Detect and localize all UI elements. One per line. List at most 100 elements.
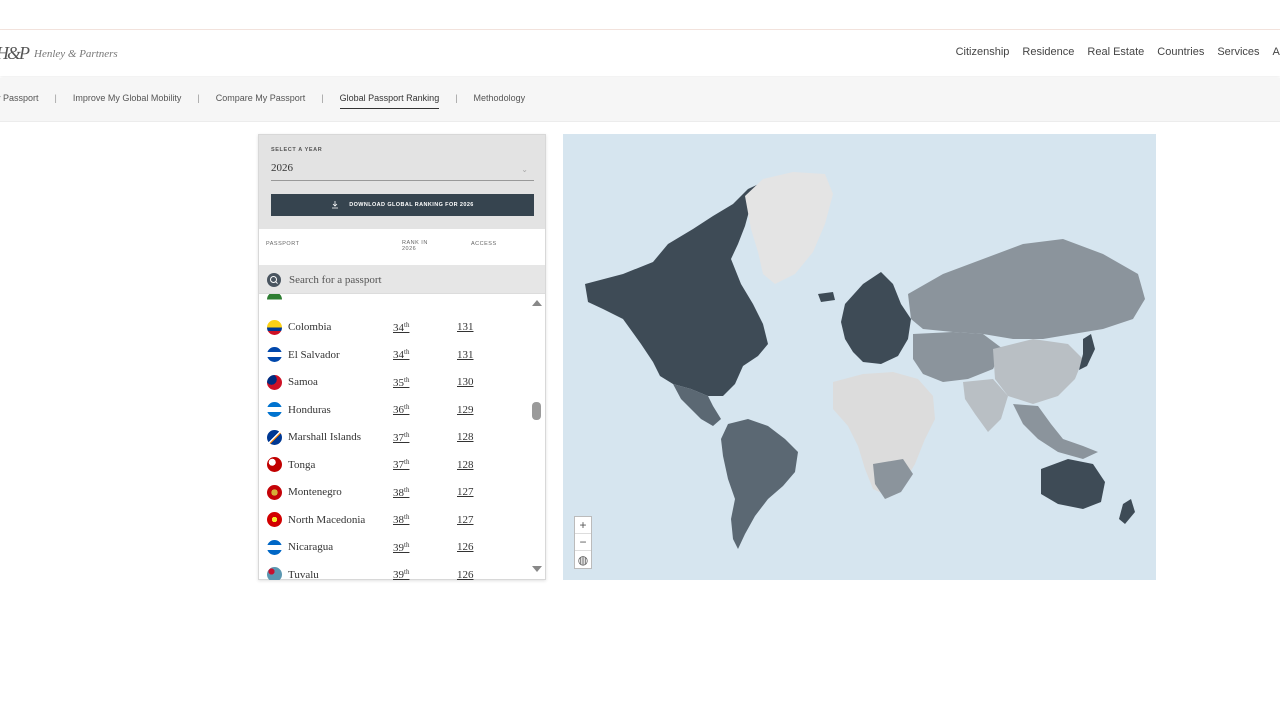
top-strip <box>0 0 1280 30</box>
passport-name[interactable]: Colombia <box>288 321 331 333</box>
region-japan <box>1079 334 1095 370</box>
world-map[interactable]: + − ◍ <box>563 134 1156 580</box>
subnav-separator: | <box>455 93 458 103</box>
region-south-america <box>721 419 798 549</box>
nav-countries[interactable]: Countries <box>1157 46 1204 58</box>
nav-citizenship[interactable]: Citizenship <box>956 46 1010 58</box>
passport-rank[interactable]: 35th <box>393 376 409 389</box>
region-new-zealand <box>1119 499 1135 524</box>
zoom-in-button[interactable]: + <box>575 517 591 534</box>
passport-name[interactable]: Nicaragua <box>288 541 333 553</box>
passport-access[interactable]: 128 <box>457 459 474 471</box>
rank-suffix: th <box>404 568 410 576</box>
column-passport: PASSPORT <box>266 241 300 247</box>
passport-access[interactable]: 129 <box>457 404 474 416</box>
rank-number: 39 <box>393 569 404 580</box>
rank-suffix: th <box>404 403 410 411</box>
table-row[interactable] <box>259 294 529 313</box>
rank-suffix: th <box>404 485 410 494</box>
passport-name[interactable]: Tuvalu <box>288 569 319 581</box>
passport-rank[interactable]: 37th <box>393 458 409 471</box>
passport-rank[interactable]: 37th <box>393 431 409 444</box>
year-select[interactable]: 2026 ⌄ <box>271 159 534 181</box>
rank-suffix: th <box>404 320 410 329</box>
rank-number: 37 <box>393 459 404 471</box>
passport-access[interactable]: 127 <box>457 514 474 526</box>
passport-name[interactable]: Tonga <box>288 459 315 471</box>
passport-access[interactable]: 130 <box>457 376 474 388</box>
region-iceland <box>818 292 835 302</box>
site-logo[interactable]: H&P Henley & Partners <box>0 43 118 64</box>
passport-name[interactable]: Montenegro <box>288 486 342 498</box>
table-row[interactable]: El Salvador 34th 131 <box>259 341 529 368</box>
flag-icon <box>267 429 282 445</box>
subnav-my-passport[interactable]: y Passport <box>0 93 39 103</box>
table-row[interactable]: Tonga 37th 128 <box>259 451 529 478</box>
logo-text: Henley & Partners <box>34 47 118 60</box>
nav-residence[interactable]: Residence <box>1022 46 1074 58</box>
nav-about[interactable]: Ab <box>1273 46 1280 58</box>
passport-name[interactable]: El Salvador <box>288 349 340 361</box>
flag-icon <box>267 294 282 307</box>
search-input[interactable] <box>289 273 529 286</box>
flag-icon <box>267 484 282 500</box>
scroll-down-icon[interactable] <box>532 566 542 572</box>
passport-rank[interactable]: 39th <box>393 541 409 554</box>
passport-access[interactable]: 131 <box>457 321 474 333</box>
table-row[interactable]: Montenegro 38th 127 <box>259 479 529 506</box>
zoom-out-button[interactable]: − <box>575 534 591 551</box>
scrollbar[interactable] <box>531 294 543 580</box>
passport-name[interactable]: Samoa <box>288 376 318 388</box>
region-europe <box>841 272 911 364</box>
passport-rank[interactable]: 38th <box>393 486 409 499</box>
region-southeast-asia <box>1013 404 1098 459</box>
flag-icon <box>267 374 282 390</box>
site-header: H&P Henley & Partners Citizenship Reside… <box>0 30 1280 76</box>
download-ranking-button[interactable]: DOWNLOAD GLOBAL RANKING FOR 2026 <box>271 194 534 216</box>
flag-icon <box>267 319 282 335</box>
passport-rank[interactable]: 38th <box>393 513 409 526</box>
subnav-compare-passport[interactable]: Compare My Passport <box>216 93 306 103</box>
table-row[interactable]: Tuvalu 39th 126 <box>259 561 529 580</box>
passport-rank[interactable]: 34th <box>393 321 409 334</box>
passport-rank[interactable]: 34th <box>393 348 409 361</box>
passport-access[interactable]: 128 <box>457 431 474 443</box>
nav-services[interactable]: Services <box>1217 46 1259 58</box>
subnav-improve-mobility[interactable]: Improve My Global Mobility <box>73 93 182 103</box>
passport-name[interactable]: Marshall Islands <box>288 431 361 443</box>
passport-rank[interactable]: 39th <box>393 568 409 580</box>
rank-suffix: th <box>404 375 410 384</box>
year-value: 2026 <box>271 162 293 174</box>
table-row[interactable]: Nicaragua 39th 126 <box>259 534 529 561</box>
flag-icon <box>267 567 282 580</box>
table-row[interactable]: Colombia 34th 131 <box>259 314 529 341</box>
passport-name[interactable]: North Macedonia <box>288 514 365 526</box>
panel-controls: SELECT A YEAR 2026 ⌄ DOWNLOAD GLOBAL RAN… <box>259 135 545 229</box>
passport-access[interactable]: 126 <box>457 541 474 553</box>
passport-access[interactable]: 127 <box>457 486 474 498</box>
column-access: ACCESS <box>471 241 497 247</box>
rank-suffix: th <box>404 540 410 549</box>
reset-view-button[interactable]: ◍ <box>575 551 591 568</box>
subnav-methodology[interactable]: Methodology <box>474 93 526 103</box>
table-row[interactable]: North Macedonia 38th 127 <box>259 506 529 533</box>
nav-real-estate[interactable]: Real Estate <box>1087 46 1144 58</box>
passport-access[interactable]: 126 <box>457 569 474 581</box>
table-row[interactable]: Honduras 36th 129 <box>259 396 529 423</box>
scroll-thumb[interactable] <box>532 402 541 420</box>
passport-access[interactable]: 131 <box>457 349 474 361</box>
rank-suffix: th <box>404 458 410 466</box>
table-row[interactable]: Samoa 35th 130 <box>259 369 529 396</box>
scroll-up-icon[interactable] <box>532 300 542 306</box>
subnav-global-ranking[interactable]: Global Passport Ranking <box>339 93 440 109</box>
passport-rank[interactable]: 36th <box>393 403 409 416</box>
rank-suffix: th <box>404 348 410 356</box>
rank-suffix: th <box>404 430 410 439</box>
passport-name[interactable]: Honduras <box>288 404 331 416</box>
map-zoom-controls: + − ◍ <box>574 516 592 569</box>
passport-search <box>259 266 545 294</box>
chevron-down-icon: ⌄ <box>521 165 528 174</box>
region-central-asia <box>913 332 1003 382</box>
rank-number: 34 <box>393 349 404 361</box>
table-row[interactable]: Marshall Islands 37th 128 <box>259 424 529 451</box>
